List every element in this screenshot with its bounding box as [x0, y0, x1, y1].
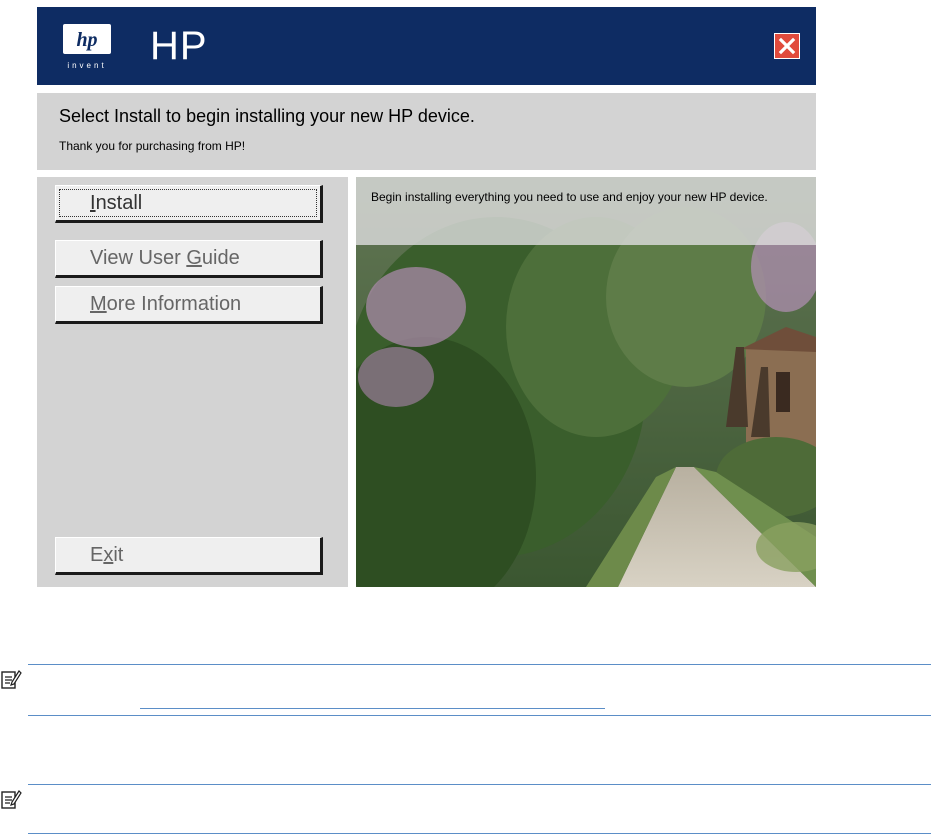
note-block	[0, 664, 931, 716]
description-overlay: Begin installing everything you need to …	[356, 177, 816, 245]
exit-label-pre: E	[90, 544, 104, 566]
window-title: HP	[150, 24, 208, 68]
more-label-post: ore Information	[106, 293, 242, 315]
more-accelerator: M	[90, 293, 107, 315]
banner-subheading: Thank you for purchasing from HP!	[59, 139, 246, 153]
exit-accelerator: x	[103, 544, 114, 566]
exit-label-post: it	[113, 544, 124, 566]
hp-installer-window: hp invent HP Select Install to begin ins…	[37, 7, 816, 587]
note-icon	[0, 788, 22, 810]
focus-ring	[59, 189, 317, 217]
exit-button[interactable]: Exit	[55, 537, 323, 575]
guide-accelerator: G	[186, 247, 202, 269]
note-block	[0, 784, 931, 834]
divider	[28, 664, 931, 665]
guide-label-post: uide	[201, 247, 240, 269]
view-user-guide-button[interactable]: View User Guide	[55, 240, 323, 278]
divider	[28, 715, 931, 716]
title-bar: hp invent HP	[37, 7, 816, 85]
description-panel: Begin installing everything you need to …	[356, 177, 816, 587]
guide-label-pre: View User	[90, 247, 187, 269]
install-button[interactable]: Install	[55, 185, 323, 223]
note-icon	[0, 668, 22, 690]
hp-logo: hp invent	[59, 21, 115, 73]
note-link-underline[interactable]	[140, 708, 605, 709]
banner-heading: Select Install to begin installing your …	[59, 106, 475, 126]
close-icon	[778, 37, 796, 55]
svg-text:hp: hp	[76, 29, 97, 51]
menu-panel: Install View User Guide More Information…	[37, 177, 348, 587]
divider	[28, 784, 931, 785]
instruction-banner: Select Install to begin installing your …	[37, 93, 816, 170]
description-text: Begin installing everything you need to …	[371, 190, 768, 204]
close-button[interactable]	[774, 33, 800, 59]
more-information-button[interactable]: More Information	[55, 286, 323, 324]
logo-invent-text: invent	[67, 61, 106, 70]
